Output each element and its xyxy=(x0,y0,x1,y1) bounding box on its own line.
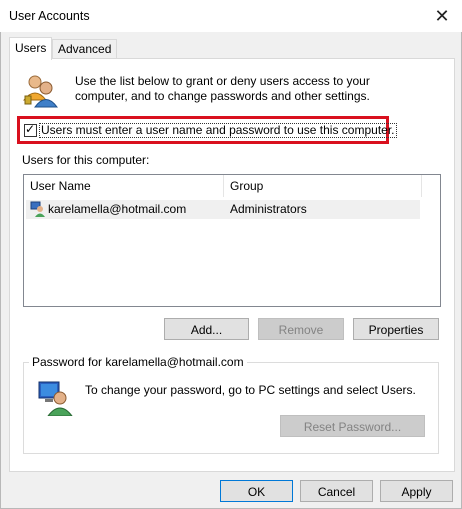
tab-advanced[interactable]: Advanced xyxy=(52,39,118,59)
apply-button[interactable]: Apply xyxy=(380,480,453,502)
user-name-cell: karelamella@hotmail.com xyxy=(48,202,187,216)
column-header-group[interactable]: Group xyxy=(224,175,422,197)
ok-button[interactable]: OK xyxy=(220,480,293,502)
group-cell: Administrators xyxy=(230,202,307,216)
checkmark-icon: ✓ xyxy=(25,122,36,136)
user-icon xyxy=(30,201,46,217)
cancel-button-label: Cancel xyxy=(317,485,356,499)
tab-users[interactable]: Users xyxy=(9,37,53,60)
window-title: User Accounts xyxy=(9,9,90,23)
intro-text: Use the list below to grant or deny user… xyxy=(75,74,370,103)
properties-button[interactable]: Properties xyxy=(353,318,439,340)
column-header-user-name[interactable]: User Name xyxy=(24,175,224,197)
users-icon xyxy=(20,70,60,110)
close-icon[interactable]: ✕ xyxy=(432,6,452,26)
ok-button-label: OK xyxy=(247,485,266,499)
password-instructions: To change your password, go to PC settin… xyxy=(85,383,416,397)
title-bar: User Accounts ✕ xyxy=(0,0,462,32)
password-group xyxy=(23,362,439,454)
properties-button-label: Properties xyxy=(368,323,424,337)
reset-password-button[interactable]: Reset Password... xyxy=(280,415,425,437)
remove-button-label: Remove xyxy=(278,323,324,337)
cancel-button[interactable]: Cancel xyxy=(300,480,373,502)
must-login-checkbox[interactable]: ✓ xyxy=(24,122,37,137)
password-computer-icon xyxy=(36,380,74,417)
add-button[interactable]: Add... xyxy=(164,318,249,340)
apply-button-label: Apply xyxy=(401,485,432,499)
add-button-label: Add... xyxy=(190,323,223,337)
password-group-legend: Password for karelamella@hotmail.com xyxy=(29,355,247,369)
table-row[interactable]: karelamella@hotmail.com Administrators xyxy=(26,200,420,219)
reset-password-label: Reset Password... xyxy=(303,420,402,434)
users-list-label: Users for this computer: xyxy=(22,153,150,167)
remove-button[interactable]: Remove xyxy=(258,318,344,340)
users-list[interactable]: User Name Group karelamella@hotmail.com … xyxy=(23,174,441,307)
must-login-label[interactable]: Users must enter a user name and passwor… xyxy=(39,123,397,138)
